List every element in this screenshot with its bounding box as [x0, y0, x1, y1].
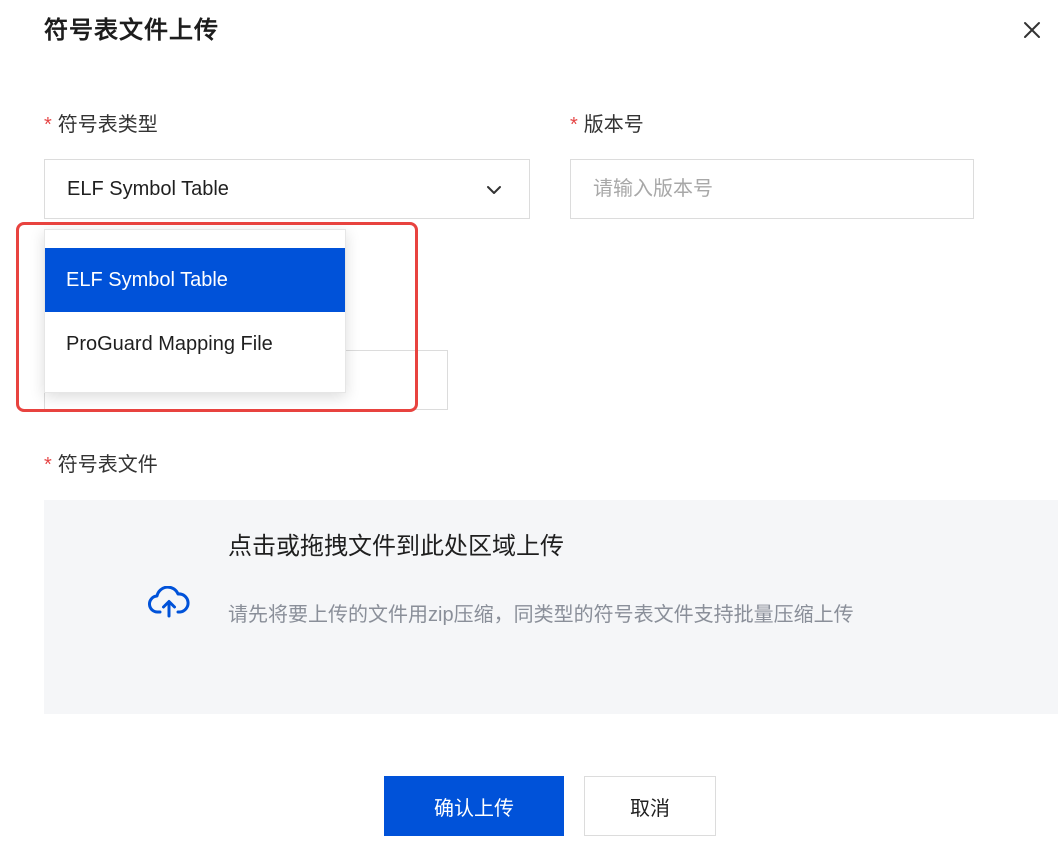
version-input[interactable]	[570, 159, 974, 219]
chevron-down-icon	[487, 186, 501, 194]
symbol-file-label: * 符号表文件	[44, 448, 158, 477]
close-icon	[1024, 22, 1040, 38]
dropdown-option-elf[interactable]: ELF Symbol Table	[45, 248, 345, 312]
symbol-type-selected-value: ELF Symbol Table	[67, 177, 229, 200]
required-mark: *	[44, 114, 52, 136]
close-button[interactable]	[1014, 12, 1050, 48]
symbol-file-label-text: 符号表文件	[57, 454, 158, 476]
cloud-upload-icon	[148, 586, 190, 618]
file-upload-dropzone[interactable]: 点击或拖拽文件到此处区域上传 请先将要上传的文件用zip压缩，同类型的符号表文件…	[44, 500, 1058, 714]
upload-dialog: 符号表文件上传 *符号表类型 ELF Symbol Table *版本号 ELF…	[0, 0, 1058, 842]
symbol-type-select[interactable]: ELF Symbol Table	[44, 159, 530, 219]
cancel-button[interactable]: 取消	[584, 776, 716, 836]
upload-title: 点击或拖拽文件到此处区域上传	[228, 533, 564, 560]
version-label-text: 版本号	[583, 114, 644, 136]
required-mark: *	[44, 454, 52, 476]
required-mark: *	[570, 114, 578, 136]
upload-hint: 请先将要上传的文件用zip压缩，同类型的符号表文件支持批量压缩上传	[228, 604, 854, 626]
dropdown-option-proguard[interactable]: ProGuard Mapping File	[45, 312, 345, 376]
symbol-type-label-text: 符号表类型	[57, 114, 158, 136]
version-label: * 版本号	[570, 108, 644, 137]
symbol-type-label: * 符号表类型	[44, 108, 158, 137]
dialog-title: 符号表文件上传	[44, 17, 219, 44]
symbol-type-dropdown: ELF Symbol Table ProGuard Mapping File	[44, 229, 346, 393]
confirm-upload-button[interactable]: 确认上传	[384, 776, 564, 836]
